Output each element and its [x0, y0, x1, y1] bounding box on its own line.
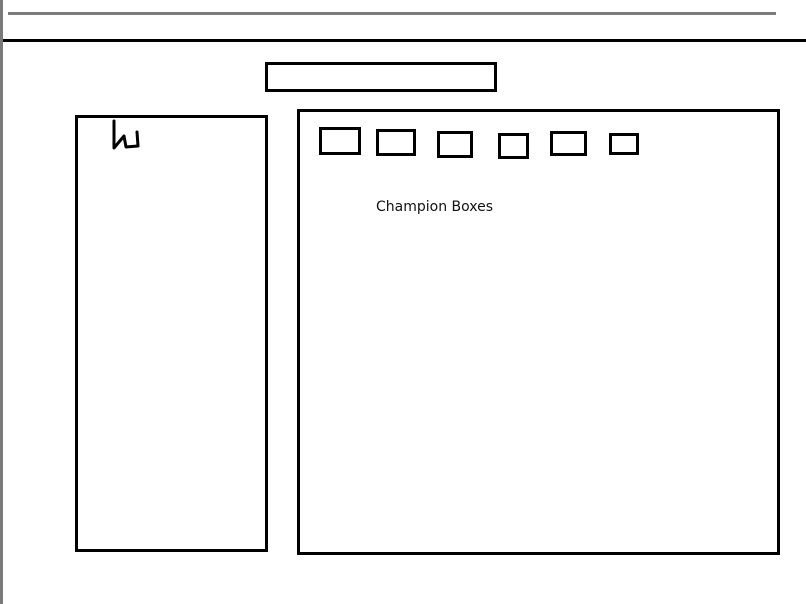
champion-box-3[interactable] — [437, 131, 473, 158]
wireframe-canvas: Champion Boxes — [0, 0, 806, 604]
header-divider — [3, 39, 806, 42]
top-gray-line — [8, 12, 776, 15]
champion-box-6[interactable] — [609, 133, 639, 155]
champion-box-1[interactable] — [319, 127, 361, 155]
top-input-placeholder[interactable] — [265, 62, 497, 92]
champion-box-4[interactable] — [498, 133, 529, 159]
champion-box-2[interactable] — [376, 129, 416, 156]
window-left-edge — [0, 0, 3, 604]
handwritten-w-icon — [112, 119, 140, 150]
champion-boxes-label: Champion Boxes — [376, 199, 494, 215]
main-champion-panel — [297, 109, 780, 555]
champion-box-5[interactable] — [550, 131, 587, 156]
left-sidebar-panel — [75, 115, 268, 552]
